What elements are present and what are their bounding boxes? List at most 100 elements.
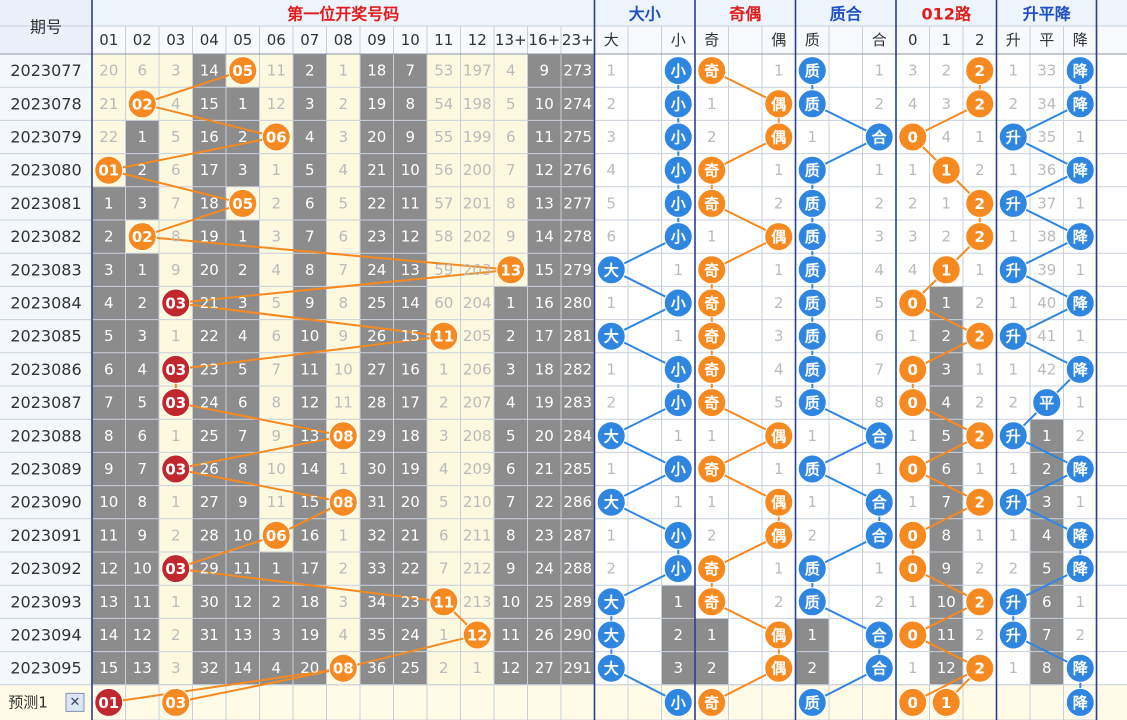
cell-value: 4 bbox=[104, 294, 114, 312]
cell-value: 1 bbox=[941, 294, 951, 312]
cell-value: 2 bbox=[941, 228, 951, 246]
cell-value: 42 bbox=[1037, 360, 1056, 378]
hit-4: 0 bbox=[908, 129, 918, 147]
cell-value: 2 bbox=[774, 194, 784, 212]
cell-value: 4 bbox=[941, 128, 951, 146]
cell-value: 7 bbox=[171, 194, 181, 212]
cell-value: 8 bbox=[506, 194, 516, 212]
hit-2: 奇 bbox=[704, 394, 719, 412]
cell-value: 37 bbox=[1037, 194, 1056, 212]
cell-value: 2 bbox=[606, 394, 616, 412]
cell-value: 5 bbox=[238, 360, 248, 378]
cell-value: 14 bbox=[535, 228, 554, 246]
cell-value: 278 bbox=[563, 228, 592, 246]
cell-value: 12 bbox=[99, 560, 118, 578]
hit-0: 05 bbox=[232, 195, 253, 213]
cell-value: 24 bbox=[401, 626, 420, 644]
cell-value: 4 bbox=[506, 394, 516, 412]
cell-value: 2 bbox=[807, 526, 817, 544]
cell-value: 18 bbox=[401, 427, 420, 445]
cell-value: 2 bbox=[1075, 427, 1085, 445]
cell-value: 12 bbox=[937, 659, 956, 677]
cell-value: 20 bbox=[300, 659, 319, 677]
cell-value: 17 bbox=[401, 394, 420, 412]
cell-value: 1 bbox=[807, 128, 817, 146]
cell-value: 21 bbox=[401, 526, 420, 544]
cell-value: 1 bbox=[874, 460, 884, 478]
hit-3: 合 bbox=[871, 129, 888, 147]
cell-value: 36 bbox=[1037, 161, 1056, 179]
period-number: 2023081 bbox=[10, 194, 81, 213]
cell-value: 5 bbox=[1042, 560, 1052, 578]
hit-5: 降 bbox=[1073, 95, 1089, 113]
close-icon[interactable]: ✕ bbox=[70, 695, 81, 710]
hit-2: 奇 bbox=[704, 261, 719, 279]
cell-value: 11 bbox=[133, 593, 152, 611]
period-number: 2023086 bbox=[10, 360, 81, 379]
cell-value: 7 bbox=[405, 62, 415, 80]
cell-value: 30 bbox=[367, 460, 386, 478]
cell-value: 13 bbox=[233, 626, 252, 644]
cell-value: 1 bbox=[1008, 659, 1018, 677]
cell-value: 25 bbox=[367, 294, 386, 312]
cell-value: 2 bbox=[975, 394, 985, 412]
cell-value: 2 bbox=[707, 659, 717, 677]
cell-value: 5 bbox=[506, 427, 516, 445]
cell-value: 41 bbox=[1037, 327, 1056, 345]
hit-3: 合 bbox=[871, 427, 888, 445]
column-header-11: 12 bbox=[468, 31, 487, 49]
cell-value: 8 bbox=[137, 493, 147, 511]
cell-value: 5 bbox=[137, 394, 147, 412]
cell-value: 1 bbox=[1008, 360, 1018, 378]
cell-value: 5 bbox=[506, 95, 516, 113]
column-header-18: 奇 bbox=[704, 31, 719, 49]
cell-value: 2 bbox=[171, 526, 181, 544]
cell-value: 53 bbox=[434, 62, 453, 80]
hit-2: 奇 bbox=[704, 195, 719, 213]
column-header-25: 1 bbox=[941, 31, 951, 49]
cell-value: 14 bbox=[300, 460, 319, 478]
column-header-15: 大 bbox=[604, 31, 619, 49]
column-header-4: 05 bbox=[233, 31, 252, 49]
cell-value: 1 bbox=[908, 659, 918, 677]
cell-value: 3 bbox=[137, 327, 147, 345]
grid-cell bbox=[728, 352, 762, 386]
cell-value: 8 bbox=[305, 261, 315, 279]
group-header-4: 012路 bbox=[922, 5, 972, 24]
hit-2: 奇 bbox=[704, 328, 719, 346]
cell-value: 2 bbox=[975, 161, 985, 179]
cell-value: 4 bbox=[1042, 526, 1052, 544]
trend-table-svg: 期号第一位开奖号码 大小 奇偶 质合 012路 升平降01 02 03 04 05 06 07 08 09… bbox=[0, 0, 1127, 720]
hit-3: 质 bbox=[805, 361, 820, 379]
column-header-23: 合 bbox=[872, 31, 887, 49]
cell-value: 5 bbox=[439, 493, 449, 511]
cell-value: 2 bbox=[774, 294, 784, 312]
cell-value: 26 bbox=[535, 626, 554, 644]
cell-value: 10 bbox=[267, 460, 286, 478]
cell-value: 1 bbox=[673, 427, 683, 445]
hit-4: 0 bbox=[908, 627, 918, 645]
cell-value: 14 bbox=[200, 62, 219, 80]
cell-value: 281 bbox=[563, 327, 592, 345]
hit-5: 升 bbox=[1006, 593, 1021, 611]
cell-value: 1 bbox=[874, 560, 884, 578]
hit-2: 奇 bbox=[704, 62, 719, 80]
hit-0: 03 bbox=[165, 361, 186, 379]
hit-2: 奇 bbox=[704, 361, 719, 379]
hit-3: 质 bbox=[805, 95, 820, 113]
cell-value: 289 bbox=[563, 593, 592, 611]
hit-3: 合 bbox=[871, 494, 888, 512]
cell-value: 4 bbox=[271, 261, 281, 279]
cell-value: 15 bbox=[535, 261, 554, 279]
cell-value: 4 bbox=[506, 62, 516, 80]
cell-value: 1 bbox=[707, 95, 717, 113]
cell-value: 1 bbox=[707, 427, 717, 445]
grid-cell bbox=[628, 120, 662, 154]
column-header-29: 降 bbox=[1073, 31, 1088, 49]
cell-value: 2 bbox=[338, 560, 348, 578]
cell-value: 1 bbox=[774, 560, 784, 578]
cell-value: 2 bbox=[941, 62, 951, 80]
cell-value: 24 bbox=[535, 560, 554, 578]
grid-cell bbox=[628, 618, 662, 652]
cell-value: 12 bbox=[501, 659, 520, 677]
